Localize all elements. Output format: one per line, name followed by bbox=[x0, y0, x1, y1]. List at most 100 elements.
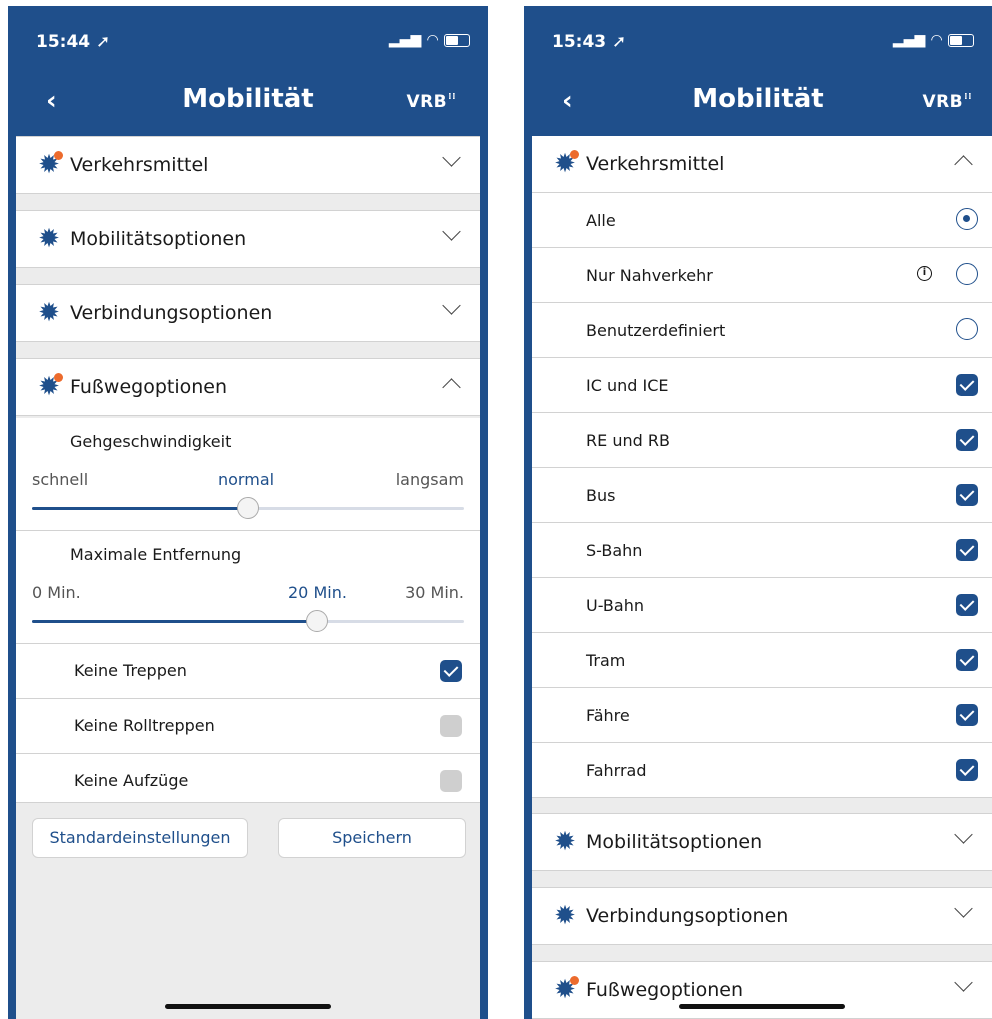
radio-button[interactable] bbox=[956, 318, 978, 340]
badge-dot bbox=[570, 976, 579, 985]
checkbox[interactable] bbox=[956, 429, 978, 451]
section-verkehrsmittel[interactable]: ✹ Verkehrsmittel bbox=[532, 136, 992, 193]
checkbox[interactable] bbox=[956, 759, 978, 781]
mode-faehre[interactable]: Fähre bbox=[532, 688, 992, 743]
signal-icon: ▂▄▆ bbox=[388, 32, 422, 48]
location-icon: ➚ bbox=[612, 32, 627, 52]
option-label: Benutzerdefiniert bbox=[586, 321, 726, 340]
option-keine-treppen[interactable]: Keine Treppen bbox=[16, 644, 480, 699]
section-verkehrsmittel[interactable]: ✹ Verkehrsmittel bbox=[16, 136, 480, 194]
defaults-button[interactable]: Standardeinstellungen bbox=[32, 818, 248, 858]
distance-slider-block: Maximale Entfernung 0 Min. 20 Min. 30 Mi… bbox=[16, 531, 480, 644]
save-button[interactable]: Speichern bbox=[278, 818, 466, 858]
section-title: Verkehrsmittel bbox=[70, 154, 209, 176]
nav-bar: ‹ Mobilität VRB⁞⁞ bbox=[8, 72, 488, 132]
slider-value-label: 20 Min. bbox=[288, 583, 347, 602]
wifi-icon: ◠ bbox=[931, 32, 942, 48]
gear-icon: ✹ bbox=[38, 224, 60, 254]
checkbox[interactable] bbox=[956, 594, 978, 616]
gear-icon: ✹ bbox=[554, 901, 576, 931]
walk-options-panel: Gehgeschwindigkeit schnell normal langsa… bbox=[16, 418, 480, 803]
slider-min-label: schnell bbox=[32, 470, 89, 489]
option-label: Tram bbox=[586, 651, 626, 670]
option-label: U-Bahn bbox=[586, 596, 644, 615]
status-icons: ▂▄▆ ◠ bbox=[893, 32, 974, 48]
checkbox[interactable] bbox=[440, 715, 462, 737]
badge-dot bbox=[54, 151, 63, 160]
slider-max-label: 30 Min. bbox=[405, 583, 464, 602]
gear-icon: ✹ bbox=[38, 298, 60, 328]
section-verbindungsoptionen[interactable]: ✹ Verbindungsoptionen bbox=[16, 284, 480, 342]
wifi-icon: ◠ bbox=[427, 32, 438, 48]
slider-max-label: langsam bbox=[395, 470, 464, 489]
mode-fahrrad[interactable]: Fahrrad bbox=[532, 743, 992, 798]
gear-icon: ✹ bbox=[554, 976, 579, 1003]
slider-value-label: normal bbox=[218, 470, 275, 489]
section-fusswegoptionen[interactable]: ✹ Fußwegoptionen bbox=[16, 358, 480, 416]
slider-fill bbox=[32, 620, 318, 623]
section-divider bbox=[532, 871, 992, 887]
phone-right: 15:43 ➚ ▂▄▆ ◠ ‹ Mobilität VRB⁞⁞ ✹ Verkeh… bbox=[524, 6, 992, 1019]
mode-u-bahn[interactable]: U-Bahn bbox=[532, 578, 992, 633]
option-label: Fähre bbox=[586, 706, 630, 725]
section-divider bbox=[532, 945, 992, 961]
vrb-logo: VRB⁞⁞ bbox=[406, 92, 456, 112]
info-icon[interactable]: i bbox=[917, 266, 932, 281]
checkbox[interactable] bbox=[440, 770, 462, 792]
checkbox[interactable] bbox=[956, 704, 978, 726]
radio-nur-nahverkehr[interactable]: Nur Nahverkehr i bbox=[532, 248, 992, 303]
battery-icon bbox=[948, 33, 974, 47]
status-bar: 15:43 ➚ ▂▄▆ ◠ bbox=[524, 6, 992, 66]
slider-thumb[interactable] bbox=[237, 497, 259, 519]
gear-icon: ✹ bbox=[554, 827, 576, 857]
gear-icon: ✹ bbox=[38, 151, 63, 178]
settings-screen: ✹ Verkehrsmittel Alle Nur Nahverkehr i B… bbox=[532, 136, 992, 1019]
nav-bar: ‹ Mobilität VRB⁞⁞ bbox=[524, 72, 992, 132]
option-label: Bus bbox=[586, 486, 616, 505]
section-mobilitaetsoptionen[interactable]: ✹ Mobilitätsoptionen bbox=[532, 813, 992, 871]
checkbox[interactable] bbox=[956, 539, 978, 561]
speed-slider[interactable] bbox=[32, 497, 464, 519]
radio-alle[interactable]: Alle bbox=[532, 193, 992, 248]
slider-min-label: 0 Min. bbox=[32, 583, 81, 602]
section-divider bbox=[532, 798, 992, 814]
option-keine-aufzuege[interactable]: Keine Aufzüge bbox=[16, 754, 480, 808]
radio-button[interactable] bbox=[956, 208, 978, 230]
gear-icon: ✹ bbox=[38, 373, 63, 400]
badge-dot bbox=[570, 150, 579, 159]
slider-title: Gehgeschwindigkeit bbox=[70, 432, 232, 451]
distance-slider[interactable] bbox=[32, 610, 464, 632]
option-label: Keine Rolltreppen bbox=[74, 716, 215, 735]
radio-benutzerdefiniert[interactable]: Benutzerdefiniert bbox=[532, 303, 992, 358]
checkbox[interactable] bbox=[956, 374, 978, 396]
section-fusswegoptionen[interactable]: ✹ Fußwegoptionen bbox=[532, 961, 992, 1019]
slider-thumb[interactable] bbox=[306, 610, 329, 632]
mode-tram[interactable]: Tram bbox=[532, 633, 992, 688]
section-verbindungsoptionen[interactable]: ✹ Verbindungsoptionen bbox=[532, 887, 992, 945]
option-label: RE und RB bbox=[586, 431, 670, 450]
slider-title: Maximale Entfernung bbox=[70, 545, 242, 564]
radio-button[interactable] bbox=[956, 263, 978, 285]
mode-ic-ice[interactable]: IC und ICE bbox=[532, 358, 992, 413]
checkbox[interactable] bbox=[956, 484, 978, 506]
option-label: Alle bbox=[586, 211, 616, 230]
section-title: Verkehrsmittel bbox=[586, 153, 725, 175]
home-indicator[interactable] bbox=[165, 1004, 331, 1009]
option-label: Keine Aufzüge bbox=[74, 771, 189, 790]
status-time: 15:44 ➚ bbox=[36, 32, 111, 52]
mode-bus[interactable]: Bus bbox=[532, 468, 992, 523]
slider-fill bbox=[32, 507, 248, 510]
section-mobilitaetsoptionen[interactable]: ✹ Mobilitätsoptionen bbox=[16, 210, 480, 268]
gear-icon: ✹ bbox=[554, 150, 579, 177]
checkbox[interactable] bbox=[956, 649, 978, 671]
mode-s-bahn[interactable]: S-Bahn bbox=[532, 523, 992, 578]
status-time: 15:43 ➚ bbox=[552, 32, 627, 52]
location-icon: ➚ bbox=[96, 32, 111, 52]
battery-icon bbox=[444, 33, 470, 47]
checkbox[interactable] bbox=[440, 660, 462, 682]
option-label: IC und ICE bbox=[586, 376, 669, 395]
option-keine-rolltreppen[interactable]: Keine Rolltreppen bbox=[16, 699, 480, 754]
home-indicator[interactable] bbox=[679, 1004, 845, 1009]
status-bar: 15:44 ➚ ▂▄▆ ◠ bbox=[8, 6, 488, 66]
mode-re-rb[interactable]: RE und RB bbox=[532, 413, 992, 468]
